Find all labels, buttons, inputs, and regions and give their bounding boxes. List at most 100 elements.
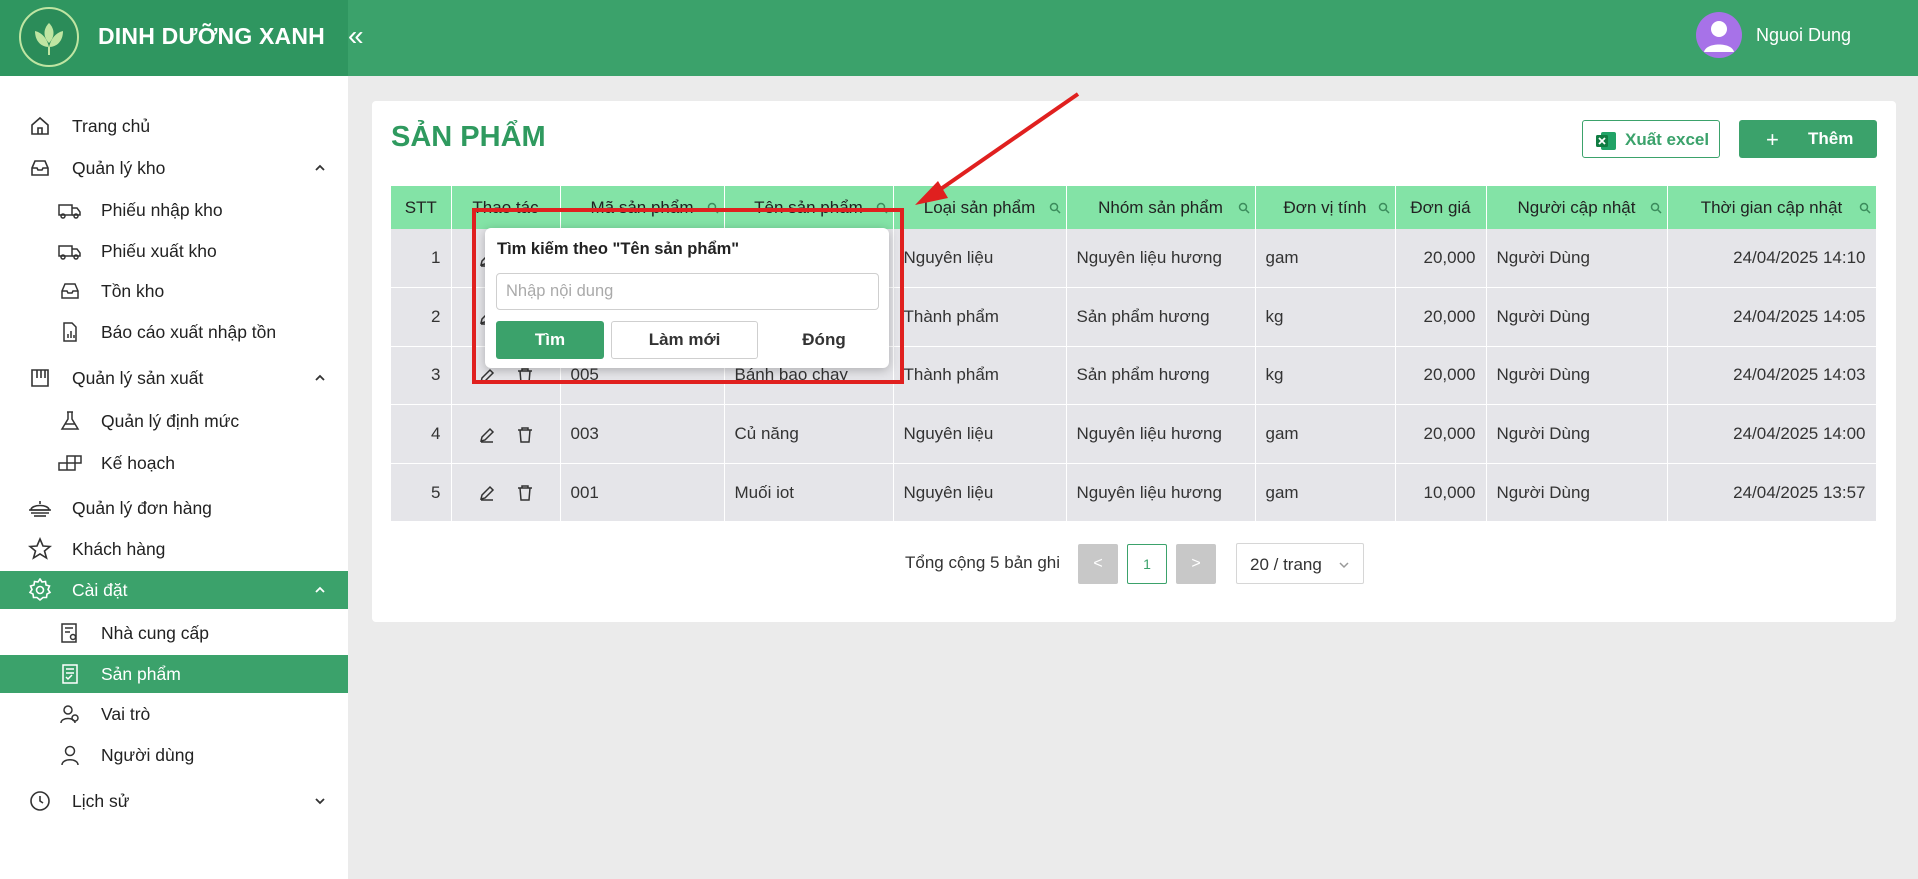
sidebar-item-label: Quản lý kho xyxy=(72,157,166,178)
cell-unit: kg xyxy=(1255,287,1396,347)
cell-updater: Người Dùng xyxy=(1486,229,1668,289)
sidebar-item-products[interactable]: Sản phẩm xyxy=(0,655,348,693)
chevron-up-icon xyxy=(312,370,328,386)
cell-updated-time: 24/04/2025 14:00 xyxy=(1667,404,1877,464)
cell-group: Nguyên liệu hương xyxy=(1066,463,1256,523)
sidebar-item-orders[interactable]: Quản lý đơn hàng xyxy=(0,489,348,527)
cell-stt: 1 xyxy=(391,229,452,289)
table-row: 5 001 Muối iot Nguyên liệu Nguyên liệu h… xyxy=(391,463,1877,523)
sidebar: Trang chủ Quản lý kho Phiếu nhập kho Phi… xyxy=(0,76,348,879)
page-title: SẢN PHẨM xyxy=(391,121,546,153)
edit-icon[interactable] xyxy=(478,484,496,502)
cell-name: Muối iot xyxy=(724,463,894,523)
sidebar-item-export-slip[interactable]: Phiếu xuất kho xyxy=(0,232,348,270)
cell-group: Sản phẩm hương xyxy=(1066,346,1256,406)
home-icon xyxy=(27,113,53,139)
collapse-sidebar-button[interactable]: « xyxy=(348,18,370,54)
sidebar-item-label: Phiếu nhập kho xyxy=(101,199,223,220)
sidebar-item-label: Trang chủ xyxy=(72,115,151,136)
user-name[interactable]: Nguoi Dung xyxy=(1756,25,1851,46)
supplier-icon xyxy=(57,620,83,646)
brand-name: DINH DƯỠNG XANH xyxy=(98,23,325,49)
cell-updated-time: 24/04/2025 13:57 xyxy=(1667,463,1877,523)
cell-actions xyxy=(451,404,561,464)
sidebar-item-suppliers[interactable]: Nhà cung cấp xyxy=(0,614,348,652)
search-icon[interactable] xyxy=(1859,199,1871,214)
cell-updater: Người Dùng xyxy=(1486,404,1668,464)
sidebar-item-history[interactable]: Lịch sử xyxy=(0,782,348,820)
sidebar-item-roles[interactable]: Vai trò xyxy=(0,695,348,733)
sidebar-item-report[interactable]: Báo cáo xuất nhập tồn xyxy=(0,313,348,351)
sidebar-item-customers[interactable]: Khách hàng xyxy=(0,530,348,568)
cell-type: Nguyên liệu xyxy=(893,229,1067,289)
user-icon xyxy=(57,742,83,768)
factory-icon xyxy=(27,365,53,391)
plus-icon: + xyxy=(1766,127,1779,152)
col-header-group[interactable]: Nhóm sản phẩm xyxy=(1066,186,1256,229)
cell-updater: Người Dùng xyxy=(1486,346,1668,406)
sidebar-item-home[interactable]: Trang chủ xyxy=(0,107,348,145)
table-row: 4 003 Củ năng Nguyên liệu Nguyên liệu hư… xyxy=(391,404,1877,464)
top-bar: DINH DƯỠNG XANH « Nguoi Dung xyxy=(0,0,1918,76)
sidebar-item-users[interactable]: Người dùng xyxy=(0,736,348,774)
page-1-button[interactable]: 1 xyxy=(1127,544,1167,584)
role-icon xyxy=(57,701,83,727)
next-page-button[interactable]: > xyxy=(1176,544,1216,584)
dish-icon xyxy=(27,495,53,521)
search-icon[interactable] xyxy=(1049,199,1061,214)
sidebar-item-label: Quản lý đơn hàng xyxy=(72,497,212,518)
cell-unit: gam xyxy=(1255,404,1396,464)
cell-price: 20,000 xyxy=(1395,404,1487,464)
page-size-select[interactable]: 20 / trang xyxy=(1236,543,1364,584)
add-label: Thêm xyxy=(1808,129,1854,148)
cell-stt: 5 xyxy=(391,463,452,523)
edit-icon[interactable] xyxy=(478,426,496,444)
sidebar-item-stock[interactable]: Tồn kho xyxy=(0,272,348,310)
col-header-updated-time[interactable]: Thời gian cập nhật xyxy=(1667,186,1877,229)
report-icon xyxy=(57,319,83,345)
cell-actions xyxy=(451,463,561,523)
sidebar-item-label: Quản lý định mức xyxy=(101,410,240,431)
sidebar-item-warehouse[interactable]: Quản lý kho xyxy=(0,149,348,187)
cell-group: Nguyên liệu hương xyxy=(1066,404,1256,464)
sidebar-item-settings[interactable]: Cài đặt xyxy=(0,571,348,609)
col-header-label: Đơn vị tính xyxy=(1283,197,1367,217)
delete-icon[interactable] xyxy=(516,426,534,444)
sidebar-item-label: Báo cáo xuất nhập tồn xyxy=(101,321,277,342)
sidebar-item-norms[interactable]: Quản lý định mức xyxy=(0,402,348,440)
cell-updated-time: 24/04/2025 14:10 xyxy=(1667,229,1877,289)
inbox-icon xyxy=(27,155,53,181)
cell-type: Nguyên liệu xyxy=(893,463,1067,523)
logo-icon xyxy=(19,7,79,67)
cell-group: Sản phẩm hương xyxy=(1066,287,1256,347)
gear-icon xyxy=(27,577,53,603)
search-icon[interactable] xyxy=(1650,199,1662,214)
search-icon[interactable] xyxy=(1238,199,1250,214)
col-header-label: Nhóm sản phẩm xyxy=(1098,197,1223,217)
sidebar-item-label: Khách hàng xyxy=(72,538,166,559)
sidebar-item-label: Kế hoạch xyxy=(101,452,175,473)
cell-updated-time: 24/04/2025 14:05 xyxy=(1667,287,1877,347)
inbox-icon xyxy=(57,278,83,304)
prev-page-button[interactable]: < xyxy=(1078,544,1118,584)
cell-updater: Người Dùng xyxy=(1486,287,1668,347)
col-header-type[interactable]: Loại sản phẩm xyxy=(893,186,1067,229)
col-header-updater[interactable]: Người cập nhật xyxy=(1486,186,1668,229)
col-header-label: Người cập nhật xyxy=(1517,197,1636,217)
sidebar-item-label: Quản lý sản xuất xyxy=(72,367,204,388)
search-icon[interactable] xyxy=(1378,199,1390,214)
sidebar-item-plan[interactable]: Kế hoạch xyxy=(0,444,348,482)
avatar[interactable] xyxy=(1696,12,1742,58)
cell-price: 20,000 xyxy=(1395,229,1487,289)
delete-icon[interactable] xyxy=(516,484,534,502)
export-excel-button[interactable]: Xuất excel xyxy=(1582,120,1720,158)
add-product-button[interactable]: + Thêm xyxy=(1739,120,1877,158)
sidebar-item-import-slip[interactable]: Phiếu nhập kho xyxy=(0,191,348,229)
col-header-unit[interactable]: Đơn vị tính xyxy=(1255,186,1396,229)
cell-price: 20,000 xyxy=(1395,287,1487,347)
sidebar-item-label: Cài đặt xyxy=(72,579,128,600)
chevron-down-icon xyxy=(1337,557,1351,577)
sidebar-item-production[interactable]: Quản lý sản xuất xyxy=(0,359,348,397)
brand-area: DINH DƯỠNG XANH xyxy=(0,0,348,76)
cell-type: Nguyên liệu xyxy=(893,404,1067,464)
